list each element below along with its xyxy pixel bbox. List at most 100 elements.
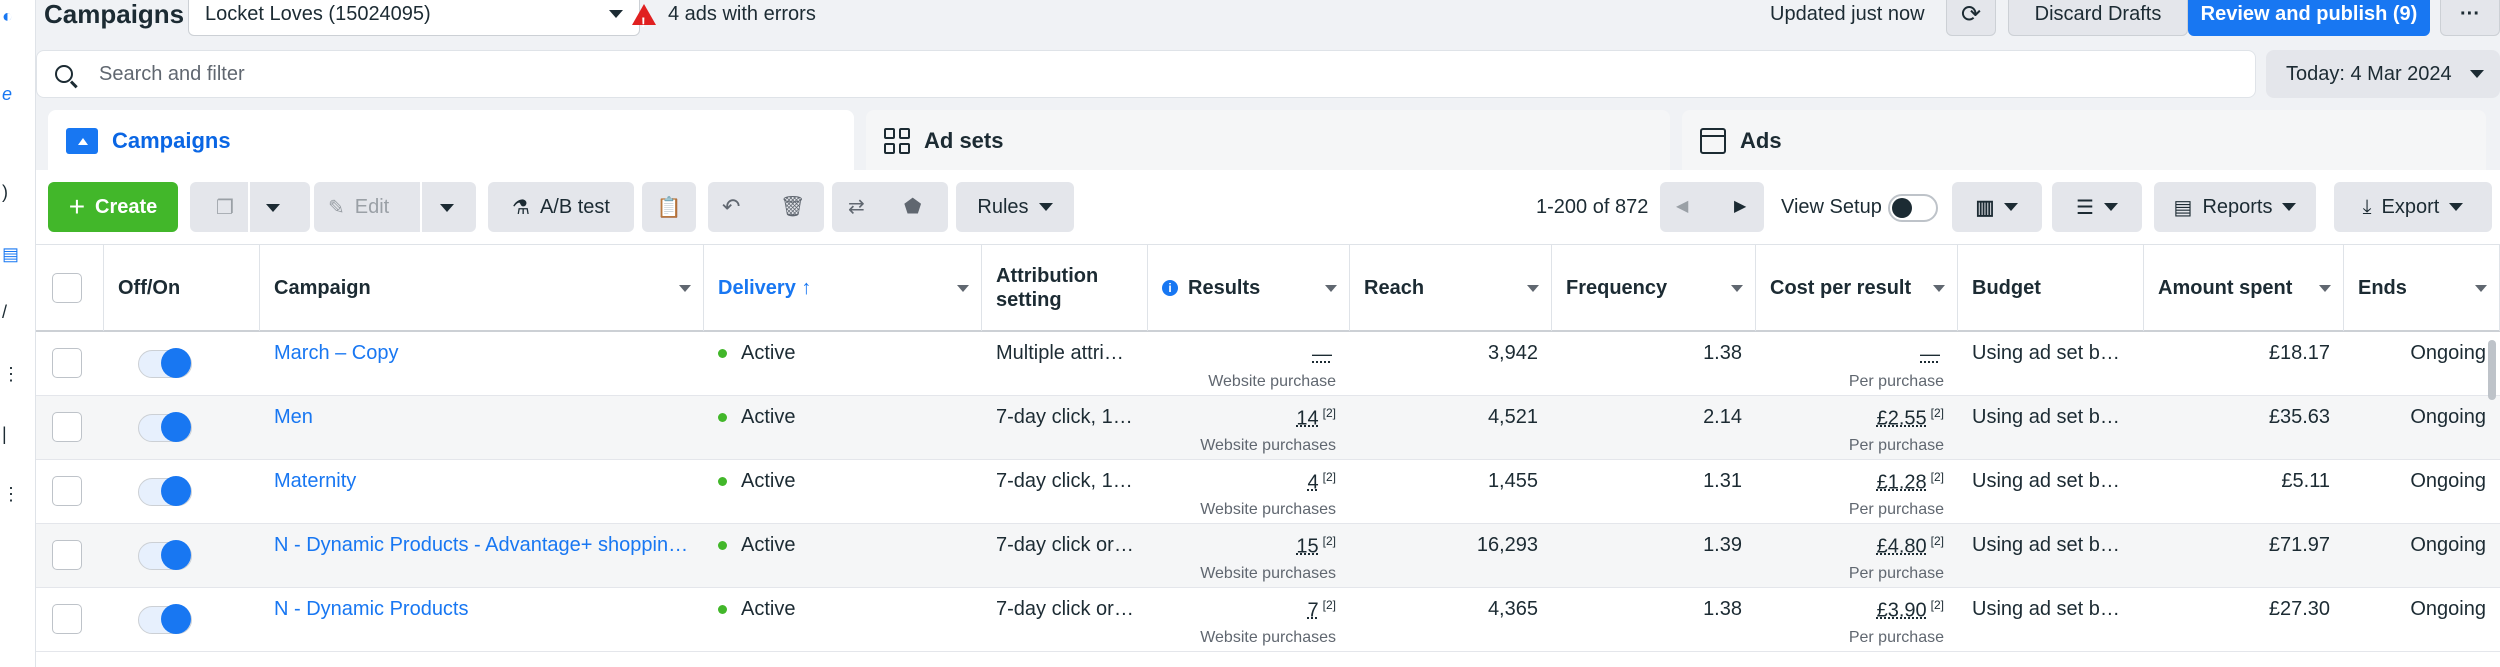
account-selector[interactable]: Locket Loves (15024095) — [188, 0, 640, 36]
campaign-name-link[interactable]: March – Copy — [260, 332, 704, 396]
meta-logo-icon[interactable]: ◐ — [2, 6, 16, 28]
column-header-cost-per-result[interactable]: Cost per result — [1756, 245, 1958, 331]
tab-ad-sets[interactable]: Ad sets — [866, 110, 1670, 172]
cost-per-result-cell[interactable]: £2.55 [2] Per purchase — [1756, 396, 1958, 460]
cost-per-result-cell[interactable]: £3.90 [2] Per purchase — [1756, 588, 1958, 652]
row-checkbox[interactable] — [52, 412, 82, 442]
nav-icon[interactable]: ⋮ — [2, 364, 20, 386]
nav-edit-icon[interactable]: / — [2, 302, 16, 324]
chevron-down-icon — [2319, 285, 2331, 292]
error-notice[interactable]: 4 ads with errors — [632, 0, 816, 36]
brand-icon[interactable]: e — [2, 84, 16, 106]
results-note: [2] — [1322, 534, 1336, 548]
campaign-name-link[interactable]: Men — [260, 396, 704, 460]
transfer-icon[interactable]: ⇄ — [848, 194, 865, 219]
duplicate-button[interactable]: ❐ — [190, 182, 310, 232]
trash-icon[interactable]: 🗑 — [780, 194, 805, 219]
rules-button[interactable]: Rules — [956, 182, 1074, 232]
column-label: Frequency — [1566, 276, 1668, 299]
table-row[interactable]: Maternity Active 7-day click, 1-d… 4 [2] Webs… — [36, 460, 2500, 524]
column-header-reach[interactable]: Reach — [1350, 245, 1552, 331]
columns-button[interactable]: ▥ — [1952, 182, 2042, 232]
column-header-ends[interactable]: Ends — [2344, 245, 2500, 331]
row-checkbox[interactable] — [52, 476, 82, 506]
table-row[interactable]: N - Dynamic Products - Advantage+ shoppi… — [36, 524, 2500, 588]
attribution-cell: 7-day click or 1… — [996, 534, 1148, 556]
campaign-toggle[interactable] — [138, 412, 192, 442]
table-row[interactable]: Men Active 7-day click, 1-d… 14 [2] Website p… — [36, 396, 2500, 460]
error-text: 4 ads with errors — [668, 3, 816, 25]
results-cell[interactable]: 14 [2] Website purchases — [1148, 396, 1350, 460]
delivery-status: Active — [741, 342, 796, 364]
duplicate-icon: ❐ — [216, 196, 234, 219]
nav-icon[interactable]: ⋮ — [2, 484, 20, 506]
nav-icon[interactable]: | — [2, 424, 16, 446]
clipboard-icon: 📋 — [656, 196, 682, 219]
campaign-name-link[interactable]: Maternity — [260, 460, 704, 524]
column-label: Ends — [2358, 276, 2407, 299]
chevron-down-icon[interactable] — [266, 204, 280, 212]
campaign-toggle[interactable] — [138, 540, 192, 570]
tab-campaigns[interactable]: Campaigns — [48, 110, 854, 172]
create-button[interactable]: + Create — [48, 182, 178, 232]
results-cell[interactable]: 4 [2] Website purchases — [1148, 460, 1350, 524]
export-button[interactable]: ⤓ Export — [2334, 182, 2492, 232]
column-header-results[interactable]: i Results — [1148, 245, 1350, 331]
delivery-cell: Active — [704, 460, 982, 524]
info-icon[interactable]: i — [1162, 280, 1178, 296]
cost-per-result-cell[interactable]: £4.80 [2] Per purchase — [1756, 524, 1958, 588]
prev-page-icon[interactable]: ◀ — [1676, 196, 1688, 216]
column-header-budget[interactable]: Budget — [1958, 245, 2144, 331]
column-header-delivery[interactable]: Delivery ↑ — [704, 245, 982, 331]
chevron-down-icon[interactable] — [440, 204, 454, 212]
table-row[interactable]: March – Copy Active Multiple attribu… — Webs… — [36, 332, 2500, 396]
results-type: Website purchases — [1200, 628, 1336, 646]
cost-per-result-cell[interactable]: £1.28 [2] Per purchase — [1756, 460, 1958, 524]
cost-per-result-cell[interactable]: — Per purchase — [1756, 332, 1958, 396]
review-publish-button[interactable]: Review and publish (9) — [2188, 0, 2430, 36]
table-row[interactable]: N - Dynamic Products Active 7-day click or… — [36, 588, 2500, 652]
ab-test-button[interactable]: ⚗ A/B test — [488, 182, 634, 232]
refresh-button[interactable]: ⟳ — [1946, 0, 1996, 36]
campaign-toggle[interactable] — [138, 476, 192, 506]
nav-icon[interactable]: ) — [2, 182, 16, 204]
campaign-name-link[interactable]: N - Dynamic Products — [260, 588, 704, 652]
campaign-toggle[interactable] — [138, 348, 192, 378]
column-header-amount-spent[interactable]: Amount spent — [2144, 245, 2344, 331]
tab-ads[interactable]: Ads — [1682, 110, 2486, 172]
reports-button[interactable]: ▤ Reports — [2154, 182, 2316, 232]
chevron-down-icon — [2004, 203, 2019, 211]
chevron-down-icon — [2282, 203, 2297, 211]
results-cell[interactable]: 7 [2] Website purchases — [1148, 588, 1350, 652]
column-header-offon[interactable]: Off/On — [104, 245, 260, 331]
reports-icon: ▤ — [2173, 196, 2193, 219]
tag-icon[interactable]: ⬟ — [904, 194, 921, 219]
row-checkbox[interactable] — [52, 604, 82, 634]
undo-icon[interactable]: ↶ — [722, 194, 740, 220]
discard-drafts-button[interactable]: Discard Drafts — [2008, 0, 2188, 36]
search-input[interactable]: Search and filter — [36, 50, 2256, 98]
results-cell[interactable]: — Website purchase — [1148, 332, 1350, 396]
chevron-down-icon — [2475, 285, 2487, 292]
row-checkbox[interactable] — [52, 540, 82, 570]
amount-spent-cell: £5.11 — [2281, 470, 2330, 492]
date-range-button[interactable]: Today: 4 Mar 2024 — [2266, 50, 2500, 98]
date-label: Today: 4 Mar 2024 — [2286, 62, 2452, 85]
campaign-toggle[interactable] — [138, 604, 192, 634]
vertical-scrollbar[interactable] — [2488, 340, 2496, 400]
nav-active-icon[interactable]: ▤ — [2, 244, 19, 266]
clipboard-button[interactable]: 📋 — [642, 182, 696, 232]
column-header-attribution[interactable]: Attribution setting — [982, 245, 1148, 331]
row-checkbox[interactable] — [52, 348, 82, 378]
column-header-frequency[interactable]: Frequency — [1552, 245, 1756, 331]
select-all-cell — [36, 245, 104, 331]
next-page-icon[interactable]: ▶ — [1734, 196, 1746, 216]
campaign-name-link[interactable]: N - Dynamic Products - Advantage+ shoppi… — [260, 524, 704, 588]
more-button[interactable]: ··· — [2440, 0, 2500, 36]
budget-cell: Using ad set bud… — [1972, 406, 2143, 428]
view-setup-toggle[interactable] — [1888, 194, 1938, 222]
select-all-checkbox[interactable] — [52, 273, 82, 303]
column-header-campaign[interactable]: Campaign — [260, 245, 704, 331]
breakdown-button[interactable]: ☰ — [2052, 182, 2142, 232]
results-cell[interactable]: 15 [2] Website purchases — [1148, 524, 1350, 588]
